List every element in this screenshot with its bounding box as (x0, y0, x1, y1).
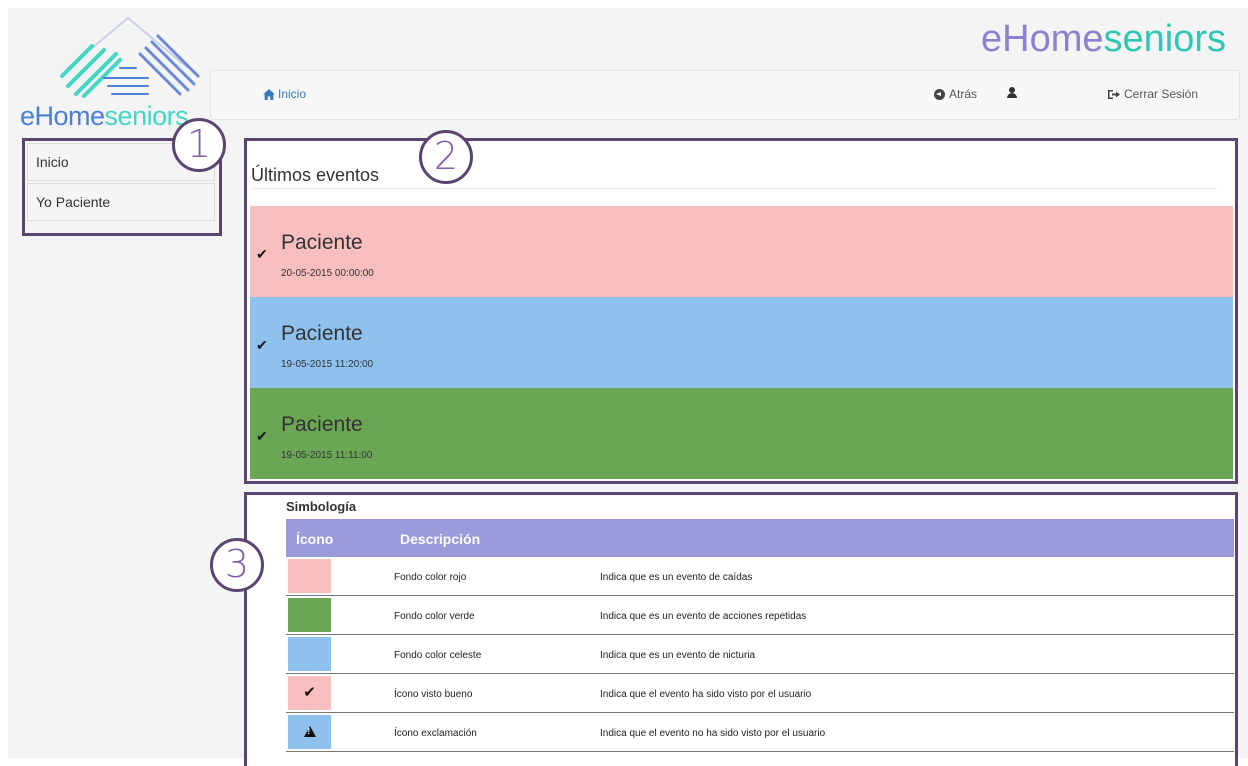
legend-row: ✔ Ícono visto bueno Indica que el evento… (286, 674, 1234, 713)
legend-label: Fondo color verde (394, 611, 475, 622)
nav-home-link[interactable]: Inicio (263, 87, 306, 101)
back-arrow-icon (934, 88, 945, 100)
event-name: Paciente (281, 413, 363, 436)
event-item[interactable]: ✔ Paciente 19-05-2015 11:11:00 (250, 388, 1233, 479)
top-navbar: Inicio Atrás Cerrar Sesión (210, 70, 1240, 120)
legend-row: Fondo color celeste Indica que es un eve… (286, 635, 1234, 674)
legend-panel: Simbología Ícono Descripción Fondo color… (244, 492, 1238, 766)
check-icon: ✔ (256, 246, 268, 262)
legend-col-desc: Descripción (400, 531, 481, 547)
sidebar-item-yo-paciente[interactable]: Yo Paciente (27, 183, 215, 221)
annotation-marker-1: 1 (172, 118, 226, 172)
brand-title-part2: seniors (1103, 18, 1227, 60)
events-divider (251, 188, 1217, 189)
logout-button[interactable]: Cerrar Sesión (1108, 87, 1198, 101)
back-label: Atrás (949, 87, 978, 101)
legend-label: Ícono visto bueno (394, 689, 473, 700)
legend-row: Fondo color verde Indica que es un event… (286, 596, 1234, 635)
logo-text-part1: eHome (20, 101, 105, 131)
brand-title-part1: eHome (981, 18, 1104, 60)
legend-label: Fondo color rojo (394, 572, 467, 583)
events-title: Últimos eventos (251, 165, 380, 185)
legend-description: Indica que el evento no ha sido visto po… (600, 728, 826, 739)
legend-label: Fondo color celeste (394, 650, 482, 661)
legend-description: Indica que es un evento de nicturia (600, 650, 756, 661)
green-swatch (288, 598, 331, 632)
check-icon: ✔ (288, 676, 331, 710)
event-name: Paciente (281, 231, 363, 254)
back-button[interactable]: Atrás (934, 87, 977, 101)
logo[interactable]: eHomeseniors (20, 16, 200, 132)
sidebar-item-label: Inicio (36, 154, 69, 170)
legend-description: Indica que el evento ha sido visto por e… (600, 689, 812, 700)
user-profile-button[interactable] (1007, 87, 1017, 98)
event-time: 19-05-2015 11:11:00 (281, 450, 373, 461)
logout-icon (1108, 89, 1120, 99)
annotation-marker-3: 3 (210, 538, 264, 592)
event-time: 20-05-2015 00:00:00 (281, 268, 374, 279)
logo-text-part2: seniors (104, 101, 189, 131)
nav-home-label: Inicio (278, 87, 307, 101)
legend-title: Simbología (286, 499, 357, 514)
event-time: 19-05-2015 11:20:00 (281, 359, 374, 370)
legend-label: Ícono exclamación (394, 728, 477, 739)
event-name: Paciente (281, 322, 363, 345)
user-icon (1007, 87, 1017, 98)
legend-table-header: Ícono Descripción (286, 519, 1234, 557)
check-icon: ✔ (256, 337, 268, 353)
event-item[interactable]: ✔ Paciente 20-05-2015 00:00:00 (250, 206, 1233, 297)
annotation-marker-2: 2 (419, 130, 473, 184)
logo-icon (60, 16, 200, 98)
legend-row: Fondo color rojo Indica que es un evento… (286, 557, 1234, 596)
legend-col-icon: Ícono (296, 531, 334, 547)
legend-row: Ícono exclamación Indica que el evento n… (286, 713, 1234, 752)
red-swatch (288, 559, 331, 593)
event-item[interactable]: ✔ Paciente 19-05-2015 11:20:00 (250, 297, 1233, 388)
home-icon (263, 88, 275, 100)
sidebar-item-label: Yo Paciente (36, 194, 111, 210)
legend-description: Indica que es un evento de caídas (600, 572, 753, 583)
brand-title: eHomeseniors (981, 18, 1226, 61)
logo-text: eHomeseniors (20, 101, 189, 132)
events-panel: Últimos eventos ✔ Paciente 20-05-2015 00… (244, 138, 1238, 484)
logout-label: Cerrar Sesión (1124, 87, 1199, 101)
legend-description: Indica que es un evento de acciones repe… (600, 611, 807, 622)
blue-swatch (288, 637, 331, 671)
warning-icon (288, 715, 331, 749)
check-icon: ✔ (256, 428, 268, 444)
